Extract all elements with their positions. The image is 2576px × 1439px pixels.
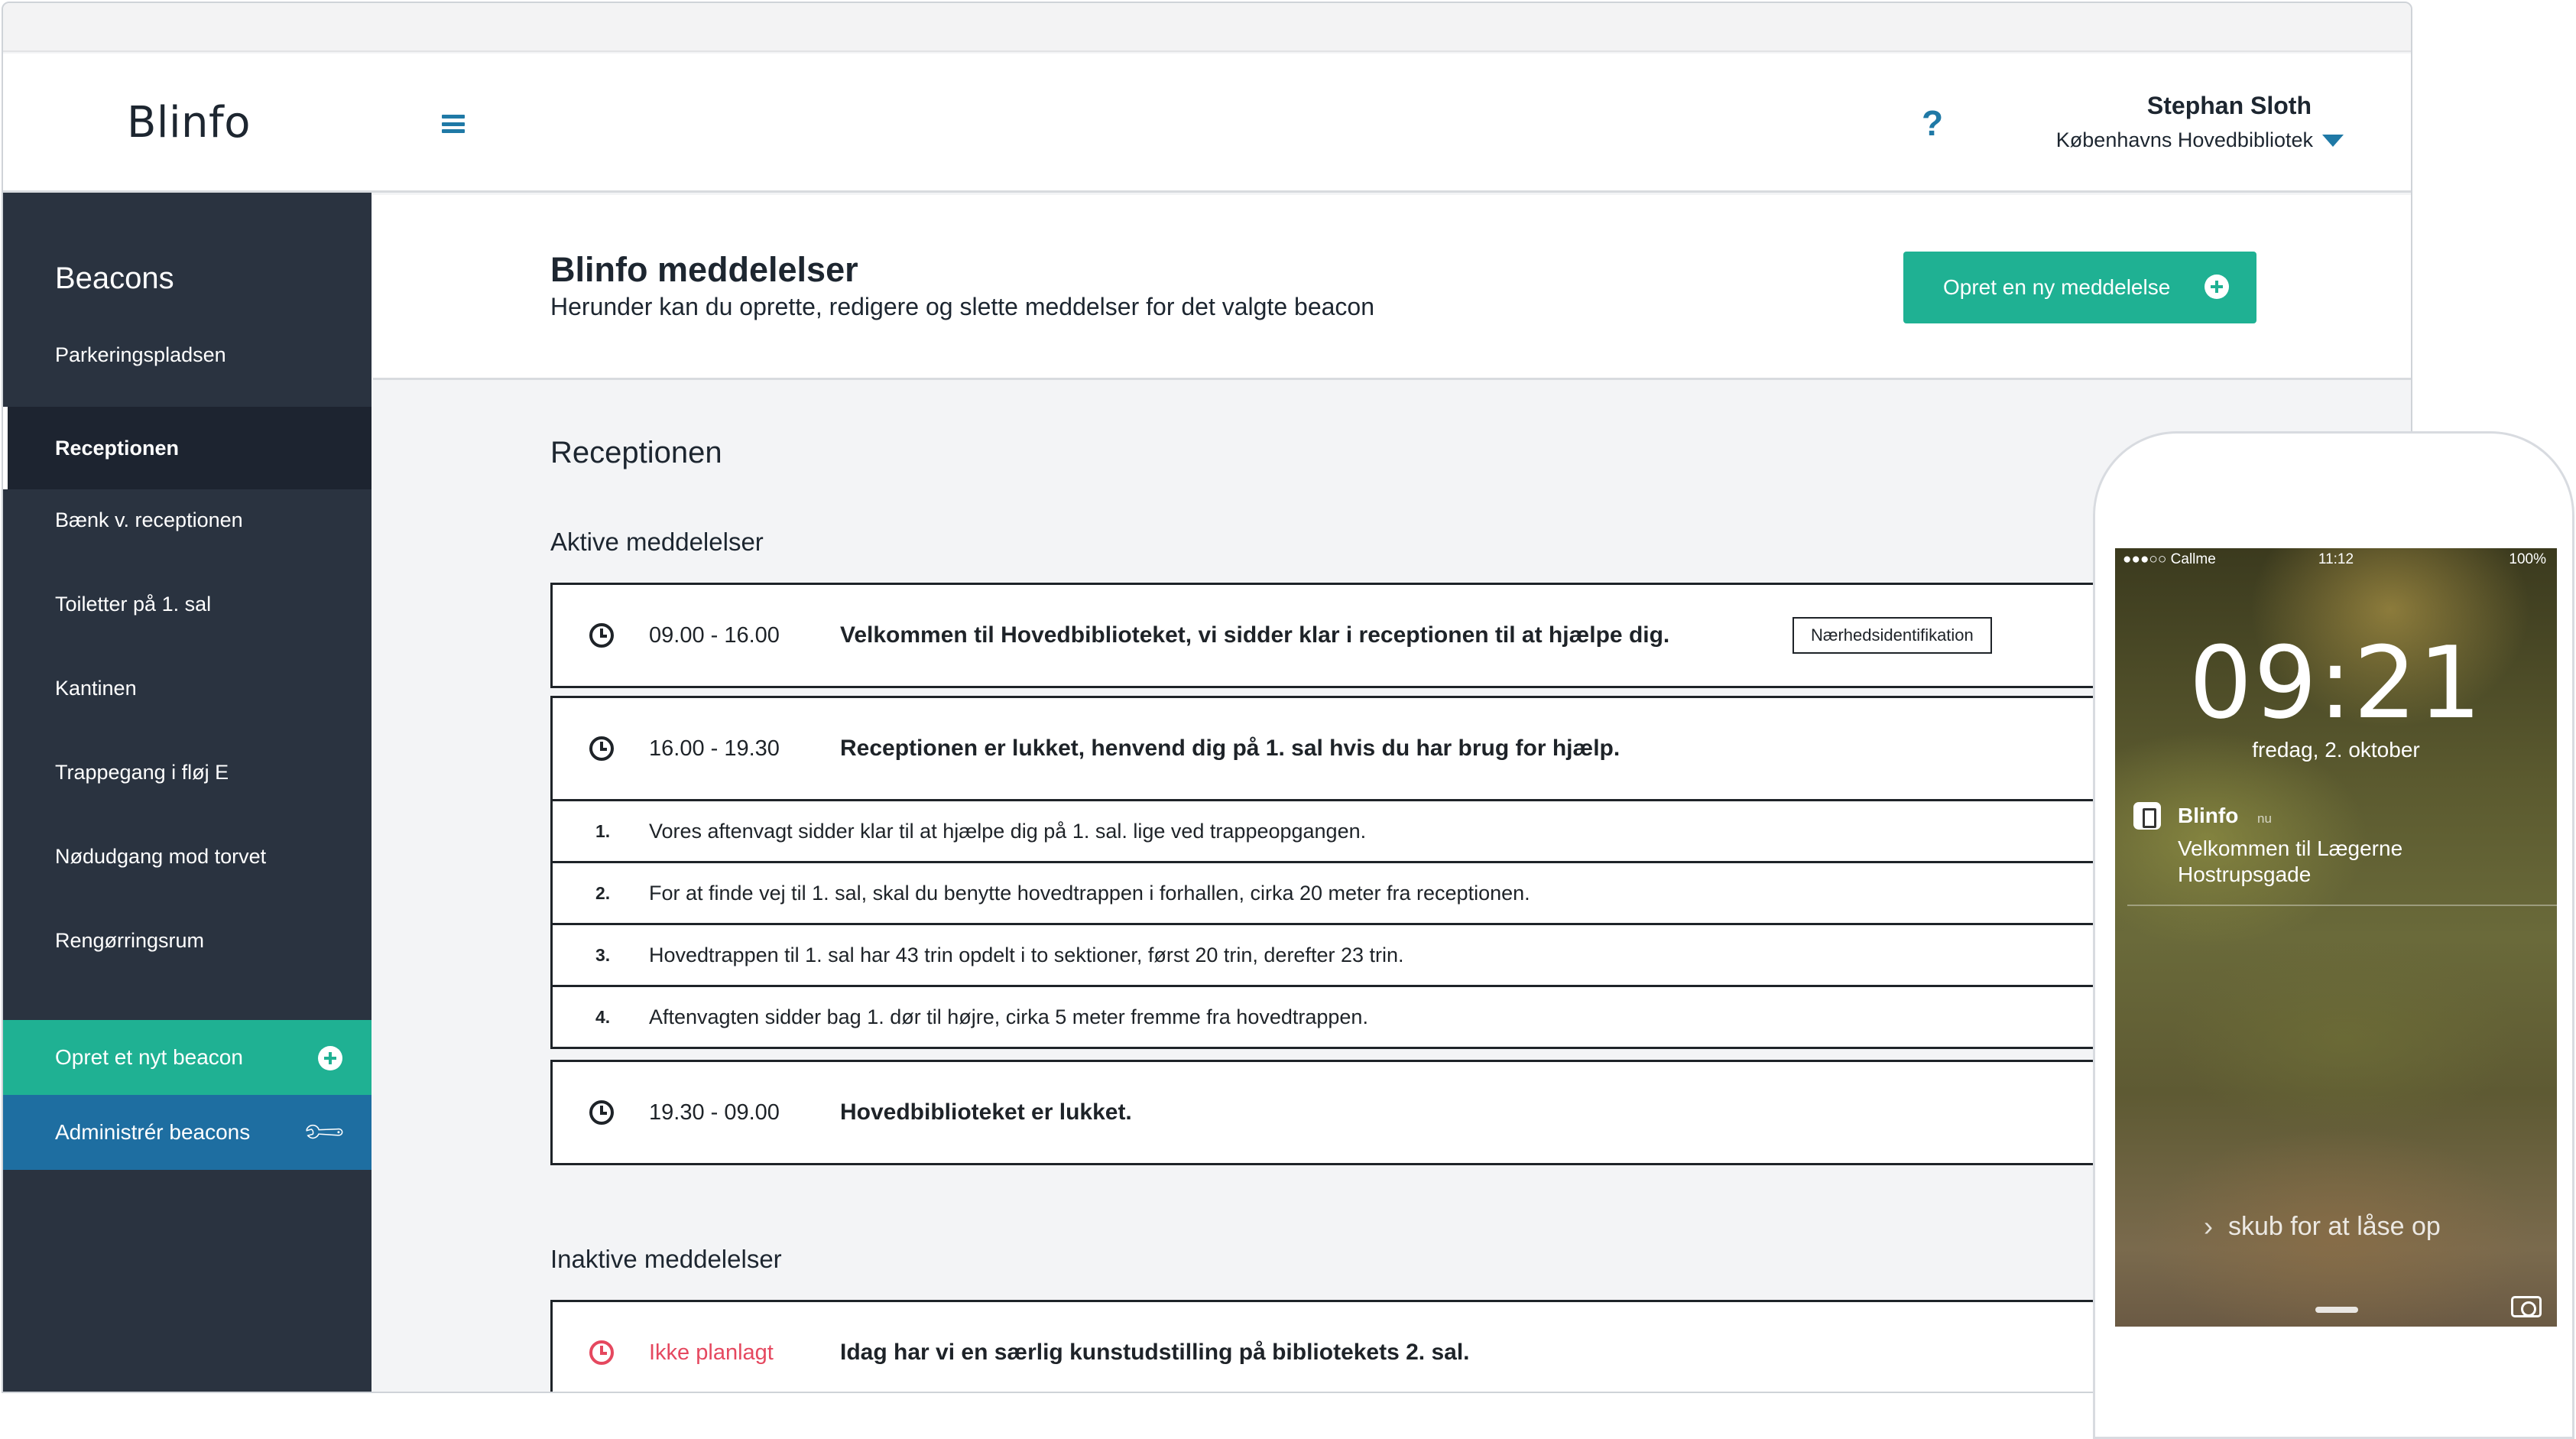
- step-number: 2.: [595, 883, 611, 903]
- create-beacon-label: Opret et nyt beacon: [55, 1045, 243, 1069]
- notification-age: nu: [2257, 811, 2272, 826]
- section-title: Receptionen: [550, 436, 722, 469]
- message-text: Hovedbiblioteket er lukket.: [840, 1100, 1132, 1125]
- admin-beacons-label: Administrér beacons: [55, 1120, 251, 1144]
- plus-circle-icon: [318, 1046, 342, 1070]
- step-text: For at finde vej til 1. sal, skal du ben…: [649, 882, 1530, 905]
- help-icon[interactable]: ?: [1922, 102, 1943, 144]
- step-number: 1.: [595, 821, 611, 841]
- message-time: 16.00 - 19.30: [649, 736, 780, 761]
- chevron-right-icon: ›: [2204, 1210, 2213, 1242]
- sidebar-item-rengoerringsrum[interactable]: Rengørringsrum: [3, 899, 371, 982]
- sidebar-item-receptionen[interactable]: Receptionen: [3, 407, 371, 489]
- sidebar-item-noedudgang[interactable]: Nødudgang mod torvet: [3, 815, 371, 898]
- step-number: 3.: [595, 945, 611, 965]
- step-number: 4.: [595, 1007, 611, 1027]
- admin-beacons-button[interactable]: Administrér beacons 🔧︎: [3, 1095, 371, 1170]
- hamburger-menu-icon[interactable]: [442, 115, 465, 133]
- slide-to-unlock[interactable]: skub for at låse op: [2228, 1212, 2441, 1242]
- proximity-tag[interactable]: Nærhedsidentifikation: [1792, 617, 1992, 654]
- step-text: Hovedtrappen til 1. sal har 43 trin opde…: [649, 944, 1404, 966]
- notification-body[interactable]: Velkommen til Lægerne Hostrupsgade: [2178, 836, 2499, 888]
- battery-level: 100%: [2509, 551, 2546, 567]
- message-time: 09.00 - 16.00: [649, 623, 780, 648]
- clock-icon: [589, 736, 614, 761]
- inactive-messages-heading: Inaktive meddelelser: [550, 1245, 782, 1273]
- clock-icon: [589, 623, 614, 648]
- app-icon: [2133, 802, 2161, 830]
- sidebar-item-baenk[interactable]: Bænk v. receptionen: [3, 479, 371, 561]
- message-time: 19.30 - 09.00: [649, 1100, 780, 1125]
- phone-mockup: ●●●○○ Callme 11:12 100% 09:21 fredag, 2.…: [2093, 431, 2574, 1439]
- notification-app-name: Blinfo: [2178, 804, 2239, 827]
- active-messages-heading: Aktive meddelelser: [550, 528, 764, 556]
- page-title: Blinfo meddelelser: [550, 250, 858, 289]
- wrench-icon: 🔧︎: [299, 1108, 349, 1157]
- plus-circle-icon: [2205, 274, 2229, 299]
- sidebar-item-kantinen[interactable]: Kantinen: [3, 647, 371, 729]
- home-indicator: [2315, 1307, 2358, 1313]
- phone-status-bar: ●●●○○ Callme 11:12 100%: [2115, 548, 2557, 571]
- message-text: Velkommen til Hovedbiblioteket, vi sidde…: [840, 622, 1670, 648]
- step-text: Vores aftenvagt sidder klar til at hjælp…: [649, 820, 1367, 843]
- user-library: Københavns Hovedbibliotek: [2055, 128, 2313, 151]
- message-text: Receptionen er lukket, henvend dig på 1.…: [840, 736, 1621, 761]
- new-message-label: Opret en ny meddelelse: [1943, 275, 2171, 299]
- step-text: Aftenvagten sidder bag 1. dør til højre,…: [649, 1005, 1368, 1028]
- sidebar-item-toiletter[interactable]: Toiletter på 1. sal: [3, 563, 371, 645]
- new-message-button[interactable]: Opret en ny meddelelse: [1903, 252, 2256, 323]
- sidebar-item-parkeringspladsen[interactable]: Parkeringspladsen: [3, 313, 371, 396]
- app-logo[interactable]: Blinfo: [127, 98, 251, 148]
- clock-icon: [589, 1100, 614, 1125]
- top-header: Blinfo ? Stephan Sloth Københavns Hovedb…: [3, 54, 2411, 193]
- browser-window: Blinfo ? Stephan Sloth Københavns Hovedb…: [2, 2, 2412, 1393]
- clock-icon: [589, 1340, 614, 1365]
- page-subtitle: Herunder kan du oprette, redigere og sle…: [550, 293, 1374, 320]
- message-text: Idag har vi en særlig kunstudstilling på…: [840, 1340, 1470, 1365]
- lock-screen-clock: 09:21: [2188, 625, 2484, 741]
- message-time: Ikke planlagt: [649, 1340, 774, 1365]
- notification-divider: [2127, 905, 2557, 906]
- create-beacon-button[interactable]: Opret et nyt beacon: [3, 1020, 371, 1095]
- user-dropdown-caret-icon[interactable]: [2322, 135, 2344, 147]
- status-time: 11:12: [2318, 551, 2354, 567]
- user-name: Stephan Sloth: [2146, 92, 2312, 119]
- browser-chrome-bar: [3, 3, 2411, 52]
- camera-icon[interactable]: [2511, 1296, 2542, 1317]
- sidebar-item-trappegang[interactable]: Trappegang i fløj E: [3, 731, 371, 814]
- phone-lock-screen: ●●●○○ Callme 11:12 100% 09:21 fredag, 2.…: [2115, 548, 2557, 1327]
- sidebar: Beacons Parkeringspladsen Receptionen Bæ…: [3, 193, 371, 1392]
- sidebar-title: Beacons: [55, 261, 174, 295]
- page-header: Blinfo meddelelser Herunder kan du opret…: [373, 195, 2411, 380]
- lock-screen-date: fredag, 2. oktober: [2252, 738, 2420, 762]
